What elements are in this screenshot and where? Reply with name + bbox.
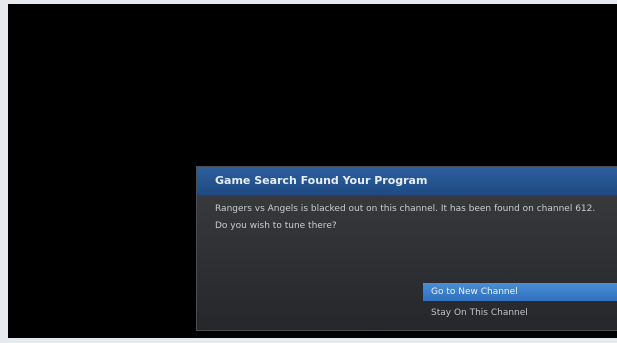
dialog-title: Game Search Found Your Program xyxy=(215,174,428,187)
tv-frame: Game Search Found Your Program Rangers v… xyxy=(0,0,617,343)
stay-on-this-channel-button[interactable]: Stay On This Channel xyxy=(423,304,617,322)
tv-screen: Game Search Found Your Program Rangers v… xyxy=(8,4,617,338)
dialog-message: Rangers vs Angels is blacked out on this… xyxy=(215,204,596,231)
go-to-new-channel-button[interactable]: Go to New Channel xyxy=(423,283,617,301)
game-search-dialog: Game Search Found Your Program Rangers v… xyxy=(196,166,617,331)
dialog-header: Game Search Found Your Program xyxy=(197,167,617,195)
